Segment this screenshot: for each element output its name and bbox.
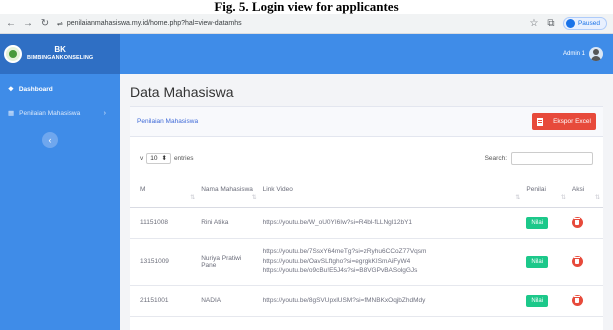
- trash-icon: [574, 257, 581, 264]
- trash-icon: [574, 218, 581, 225]
- cell-aksi: [568, 207, 603, 239]
- table-row: 21151001 NADIA https://youtu.be/8gSVUpxl…: [130, 285, 603, 317]
- cell-nim: 21151001: [130, 285, 199, 317]
- cell-aksi: [568, 238, 603, 286]
- length-value: 10: [150, 154, 158, 162]
- header-label: Link Video: [262, 186, 293, 194]
- cell-nama: Rini Atika: [198, 207, 260, 239]
- reload-icon[interactable]: ↻: [40, 18, 50, 29]
- table-controls: v 10 ⬍ entries Search:: [130, 143, 603, 173]
- user-avatar-icon[interactable]: [589, 47, 603, 61]
- video-link[interactable]: https://youtu.be/o9cBu!E5J4s?si=B8VGPvBA…: [263, 266, 521, 276]
- profile-avatar-icon: [565, 19, 575, 28]
- card-header: Penilaian Mahasiswa Ekspor Excel: [130, 107, 603, 137]
- address-bar[interactable]: ⇌ penilaianmahasiswa.my.id/home.php?hal=…: [57, 20, 242, 28]
- site-settings-icon[interactable]: ⇌: [57, 20, 63, 28]
- tachometer-icon: ❖: [8, 86, 14, 93]
- column-header-aksi[interactable]: Aksi ⇅: [568, 173, 603, 208]
- delete-button[interactable]: [571, 295, 583, 306]
- topbar: Admin 1: [120, 34, 613, 74]
- show-prefix: v: [140, 154, 144, 162]
- cell-aksi: [568, 285, 603, 317]
- sort-icon: ⇅: [251, 194, 257, 201]
- page-title: Data Mahasiswa: [130, 84, 234, 100]
- university-logo-icon: [4, 45, 22, 63]
- table-header-row: M ⇅ Nama Mahasiswa ⇅ Link Video ⇅ Penila…: [130, 173, 603, 208]
- cell-nama: Nuriya Pratiwi Pane: [198, 238, 260, 286]
- nilai-button[interactable]: Nilai: [526, 255, 549, 268]
- sidebar-item-penilaian-mahasiswa[interactable]: ▦ Penilaian Mahasiswa ›: [0, 104, 120, 122]
- cell-penilai: Nilai: [523, 238, 569, 286]
- search-input[interactable]: [511, 151, 593, 165]
- main-content: Admin 1 Data Mahasiswa Penilaian Mahasis…: [120, 34, 613, 330]
- data-card: Penilaian Mahasiswa Ekspor Excel v 10 ⬍ …: [130, 106, 603, 330]
- column-header-nama[interactable]: Nama Mahasiswa ⇅: [198, 173, 260, 208]
- chevron-left-icon: ‹: [48, 135, 52, 145]
- video-link[interactable]: https://youtu.be/7SsxY64meTg?si=zRyhu6CC…: [263, 247, 521, 257]
- user-name[interactable]: Admin 1: [563, 51, 585, 57]
- cell-nama: NADIA: [198, 285, 260, 317]
- sidebar-brand[interactable]: BK BIMBINGANKONSELING: [0, 34, 120, 74]
- sort-icon: ⇅: [515, 194, 521, 201]
- sort-icon: ⇅: [594, 194, 600, 201]
- column-header-link-video[interactable]: Link Video ⇅: [259, 173, 524, 208]
- header-label: Penilai: [526, 186, 546, 194]
- cell-link-video: https://youtu.be/W_oU0YI6Iw?si=R4bl-fLLN…: [259, 207, 524, 239]
- table-row: 13151009 Nuriya Pratiwi Pane https://you…: [130, 238, 603, 286]
- header-label: M: [140, 186, 146, 194]
- cell-penilai: Nilai: [523, 285, 569, 317]
- cell-nim: 13151009: [130, 238, 199, 286]
- export-label: Ekspor Excel: [553, 118, 591, 125]
- column-header-penilai[interactable]: Penilai ⇅: [523, 173, 569, 208]
- mahasiswa-table: M ⇅ Nama Mahasiswa ⇅ Link Video ⇅ Penila…: [130, 173, 603, 317]
- sidebar-item-label: Dashboard: [18, 85, 53, 93]
- sort-icon: ⇅: [190, 194, 196, 201]
- paused-label: Paused: [577, 20, 600, 27]
- trash-icon: [574, 296, 581, 303]
- url-text: penilaianmahasiswa.my.id/home.php?hal=vi…: [66, 20, 242, 27]
- select-updown-icon: ⬍: [161, 155, 167, 162]
- sidebar-item-label: Penilaian Mahasiswa: [19, 109, 81, 117]
- sidebar: BK BIMBINGANKONSELING ❖ Dashboard ▦ Peni…: [0, 34, 120, 330]
- search-label: Search:: [484, 154, 507, 162]
- column-header-nim[interactable]: M ⇅: [130, 173, 199, 208]
- chevron-right-icon: ›: [103, 109, 106, 117]
- cell-nim: 11151008: [130, 207, 199, 239]
- forward-arrow-icon[interactable]: →: [23, 18, 33, 29]
- back-arrow-icon[interactable]: ←: [6, 18, 16, 29]
- table-row: 11151008 Rini Atika https://youtu.be/W_o…: [130, 207, 603, 239]
- video-link[interactable]: https://youtu.be/OavSLftgho?si=egrgkKISm…: [263, 257, 521, 267]
- profile-paused-chip[interactable]: Paused: [562, 17, 607, 30]
- sort-icon: ⇅: [560, 194, 566, 201]
- sidebar-toggle-button[interactable]: ‹: [42, 132, 58, 148]
- brand-subtitle: BIMBINGANKONSELING: [27, 55, 94, 61]
- file-excel-icon: [537, 117, 544, 126]
- card-title: Penilaian Mahasiswa: [137, 118, 199, 125]
- table-icon: ▦: [8, 110, 15, 117]
- header-label: Aksi: [571, 186, 585, 194]
- sidebar-item-dashboard[interactable]: ❖ Dashboard: [0, 80, 120, 98]
- video-link[interactable]: https://youtu.be/W_oU0YI6Iw?si=R4bl-fLLN…: [263, 218, 521, 228]
- video-link[interactable]: https://youtu.be/8gSVUpxlUSM?si=fMNBKxOq…: [263, 296, 521, 306]
- bookmark-star-icon[interactable]: ☆: [529, 18, 539, 29]
- cell-link-video: https://youtu.be/8gSVUpxlUSM?si=fMNBKxOq…: [259, 285, 524, 317]
- extension-puzzle-icon[interactable]: ⧉: [546, 18, 556, 29]
- brand-title: BK: [54, 45, 66, 54]
- browser-toolbar: ← → ↻ ⇌ penilaianmahasiswa.my.id/home.ph…: [0, 14, 613, 34]
- delete-button[interactable]: [571, 217, 583, 228]
- export-excel-button[interactable]: Ekspor Excel: [532, 113, 596, 130]
- entries-length-select[interactable]: 10 ⬍: [146, 152, 171, 164]
- figure-caption: Fig. 5. Login view for applicantes: [0, 0, 613, 14]
- delete-button[interactable]: [571, 256, 583, 267]
- entries-label: entries: [173, 154, 194, 162]
- cell-link-video: https://youtu.be/7SsxY64meTg?si=zRyhu6CC…: [259, 238, 524, 286]
- nilai-button[interactable]: Nilai: [526, 216, 549, 229]
- cell-penilai: Nilai: [523, 207, 569, 239]
- nilai-button[interactable]: Nilai: [526, 294, 549, 307]
- header-label: Nama Mahasiswa: [201, 186, 253, 194]
